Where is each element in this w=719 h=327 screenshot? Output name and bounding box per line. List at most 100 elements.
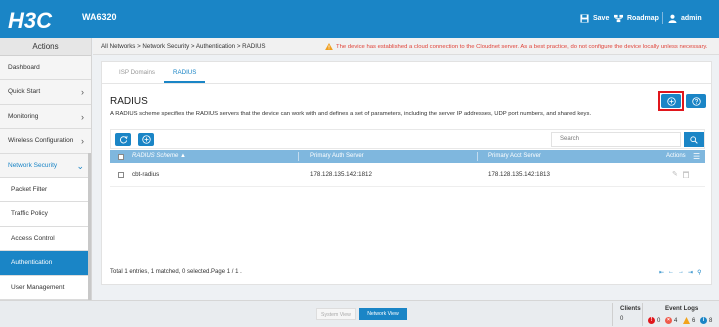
- warning-text: The device has established a cloud conne…: [336, 43, 708, 50]
- sidebar-item-label: Dashboard: [8, 64, 40, 71]
- sidebar-item-packet-filter[interactable]: Packet Filter: [0, 177, 91, 203]
- event-logs-label: Event Logs: [665, 305, 699, 312]
- device-model: WA6320: [82, 12, 117, 22]
- roadmap-icon: [614, 14, 623, 23]
- table-row[interactable]: cbt-radius 178.128.135.142:1812 178.128.…: [110, 163, 705, 187]
- sidebar-item-label: User Management: [11, 283, 65, 291]
- column-separator: [477, 152, 478, 161]
- save-icon: [580, 14, 589, 23]
- sidebar-item-label: Access Control: [11, 234, 55, 242]
- chevron-right-icon: ›: [81, 87, 84, 98]
- sidebar-item-dashboard[interactable]: Dashboard: [0, 56, 91, 81]
- prev-page-icon[interactable]: ←: [668, 269, 674, 276]
- sidebar-item-access-control[interactable]: Access Control: [0, 226, 91, 252]
- roadmap-label: Roadmap: [627, 15, 659, 22]
- search-button[interactable]: [684, 132, 704, 147]
- sidebar-item-label: Wireless Configuration: [8, 137, 74, 145]
- search-icon: [690, 135, 698, 144]
- sidebar-item-label: Quick Start: [8, 88, 41, 96]
- log-info[interactable]: i8: [700, 317, 712, 324]
- chevron-down-icon: ⌄: [76, 160, 84, 171]
- error-icon: ×: [665, 317, 672, 324]
- refresh-button[interactable]: [115, 133, 131, 146]
- sidebar-item-label: Network Security: [8, 161, 58, 169]
- page-title: RADIUS: [110, 96, 148, 107]
- next-page-icon[interactable]: →: [678, 269, 684, 276]
- location-icon[interactable]: ⚲: [697, 269, 701, 276]
- last-page-icon[interactable]: ⇥: [688, 269, 693, 276]
- sidebar-item-monitoring[interactable]: Monitoring ›: [0, 104, 91, 130]
- sidebar-item-wireless-configuration[interactable]: Wireless Configuration ›: [0, 129, 91, 154]
- divider: [642, 303, 643, 326]
- log-error-count: 4: [674, 317, 678, 324]
- user-icon: [668, 14, 677, 23]
- sidebar-item-label: Packet Filter: [11, 185, 48, 193]
- sidebar-item-quick-start[interactable]: Quick Start ›: [0, 80, 91, 105]
- chevron-right-icon: ›: [81, 111, 84, 122]
- sidebar-item-user-management[interactable]: User Management: [0, 275, 91, 300]
- cell-acct-server: 178.128.135.142:1813: [488, 171, 550, 178]
- table-summary: Total 1 entries, 1 matched, 0 selected.P…: [110, 269, 242, 275]
- log-error[interactable]: × 4: [665, 317, 677, 324]
- plus-circle-icon: [141, 135, 151, 144]
- save-button[interactable]: Save: [580, 14, 609, 23]
- search-input[interactable]: Search: [551, 132, 681, 147]
- log-critical-count: 0: [657, 317, 661, 324]
- table-header: RADIUS Scheme ▲ Primary Auth Server Prim…: [110, 150, 705, 163]
- sidebar-item-label: Monitoring: [8, 112, 39, 120]
- tab-isp-domains[interactable]: ISP Domains: [110, 65, 164, 83]
- divider: [662, 12, 663, 24]
- cell-scheme: cbt-radius: [132, 171, 160, 178]
- log-info-count: 8: [709, 317, 713, 324]
- sidebar: Actions Dashboard Quick Start › Monitorin…: [0, 38, 92, 300]
- top-bar: H3C WA6320 Save Roadmap admin: [0, 0, 719, 38]
- tab-bar: ISP Domains RADIUS: [110, 65, 206, 83]
- column-header-auth[interactable]: Primary Auth Server: [310, 150, 364, 163]
- network-view-button[interactable]: Network View: [359, 308, 407, 320]
- column-header-acct[interactable]: Primary Acct Server: [488, 150, 541, 163]
- breadcrumb-bar: All Networks > Network Security > Authen…: [93, 38, 719, 55]
- select-all-checkbox[interactable]: [118, 153, 124, 160]
- critical-icon: !: [648, 317, 655, 324]
- tab-radius[interactable]: RADIUS: [164, 65, 206, 83]
- tab-divider: [102, 83, 711, 84]
- roadmap-button[interactable]: Roadmap: [614, 14, 659, 23]
- save-label: Save: [593, 15, 610, 22]
- table-toolbar: Search: [110, 129, 705, 149]
- help-button[interactable]: [686, 94, 706, 108]
- user-menu[interactable]: admin: [668, 14, 702, 23]
- column-header-actions: Actions: [666, 153, 686, 159]
- sidebar-item-authentication[interactable]: Authentication: [0, 251, 91, 276]
- sidebar-item-network-security[interactable]: Network Security ⌄: [0, 153, 91, 178]
- column-settings-icon[interactable]: ☰: [693, 150, 700, 163]
- sidebar-scrollbar[interactable]: [88, 153, 91, 300]
- sidebar-item-label: Traffic Policy: [11, 210, 48, 218]
- add-button[interactable]: [138, 133, 154, 146]
- sidebar-item-label: Authentication: [11, 259, 53, 267]
- help-icon: [691, 96, 701, 106]
- column-header-scheme[interactable]: RADIUS Scheme ▲: [132, 150, 186, 163]
- log-warning-count: 6: [692, 317, 696, 324]
- plus-circle-icon: [666, 96, 676, 106]
- sidebar-title: Actions: [0, 38, 91, 56]
- clients-count[interactable]: 0: [620, 316, 623, 322]
- main-panel: ISP Domains RADIUS RADIUS A RADIUS schem…: [101, 61, 712, 285]
- system-view-button[interactable]: System View: [316, 308, 356, 320]
- user-label: admin: [681, 15, 702, 22]
- edit-icon[interactable]: ✎: [672, 163, 678, 187]
- chevron-right-icon: ›: [81, 136, 84, 147]
- page-description: A RADIUS scheme specifies the RADIUS ser…: [110, 111, 592, 117]
- log-critical[interactable]: ! 0: [648, 317, 660, 324]
- column-header-label: RADIUS Scheme: [132, 153, 179, 159]
- log-warning[interactable]: 6: [683, 317, 695, 324]
- first-page-icon[interactable]: ⇤: [659, 269, 664, 276]
- status-bar: System View Network View Clients 0 Event…: [0, 300, 719, 327]
- delete-icon[interactable]: [683, 163, 689, 187]
- breadcrumb[interactable]: All Networks > Network Security > Authen…: [101, 43, 266, 50]
- row-checkbox[interactable]: [118, 172, 124, 178]
- clients-label: Clients: [620, 305, 641, 312]
- sidebar-item-traffic-policy[interactable]: Traffic Policy: [0, 202, 91, 227]
- h3c-logo: H3C: [8, 8, 53, 33]
- cell-auth-server: 178.128.135.142:1812: [310, 171, 372, 178]
- add-scheme-button[interactable]: [661, 94, 681, 108]
